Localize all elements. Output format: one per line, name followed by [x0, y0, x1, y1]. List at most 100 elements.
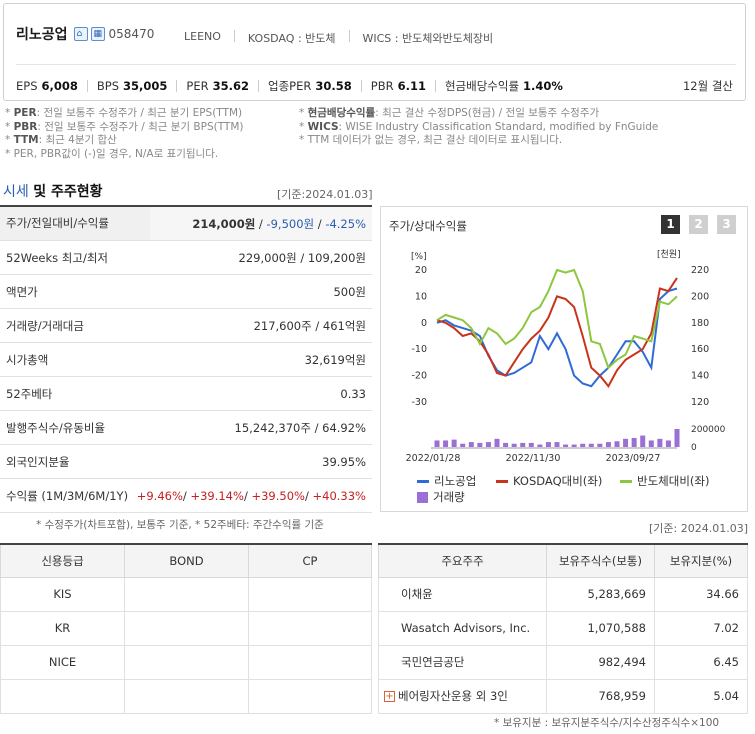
volume-bar	[443, 440, 449, 447]
stock-code: 058470	[108, 27, 155, 41]
market-sector: KOSDAQ : 반도체	[247, 32, 336, 45]
volume-bar	[477, 442, 483, 447]
table-row: NICE	[0, 644, 372, 680]
volume-bar	[623, 438, 629, 447]
price-table-footnote: * 수정주가(차트포함), 보통주 기준, * 52주베타: 주간수익률 기준	[36, 519, 324, 531]
volume-bar	[597, 443, 603, 447]
english-name: LEENO	[184, 30, 221, 43]
volume-bar	[503, 442, 509, 447]
credit-rating-table: 신용등급 BOND CP KIS KR NICE	[0, 543, 372, 714]
series-line	[436, 268, 678, 370]
table-row: 52Weeks 최고/최저 229,000원 / 109,200원	[0, 241, 372, 275]
table-row: 주가/전일대비/수익률 214,000원 / -9,500원 / -4.25%	[0, 207, 372, 241]
table-row: 수익률 (1M/3M/6M/1Y) +9.46%/ +39.14%/ +39.5…	[0, 479, 372, 513]
volume-bar	[580, 443, 586, 447]
y-left-tick: -20	[411, 371, 427, 382]
x-tick: 2022/01/28	[406, 453, 461, 464]
volume-bar	[614, 441, 620, 447]
volume-bar	[605, 442, 611, 447]
price-change: -9,500원	[266, 216, 315, 231]
holders-footnote: * 보유지분 : 보유지분주식수/지수산정주식수×100	[494, 717, 720, 729]
price-change-pct: -4.25%	[325, 216, 366, 231]
stat-pbr: PBR 6.11	[370, 79, 426, 93]
table-row: 거래량/거래대금 217,600주 / 461억원	[0, 309, 372, 343]
volume-bar	[674, 429, 680, 447]
volume-bar	[485, 442, 491, 447]
right-unit-label: [천원]	[657, 249, 681, 260]
volume-bar	[571, 444, 577, 447]
section-title: 시세 및 주주현황	[3, 184, 103, 200]
volume-bar	[554, 442, 560, 447]
y-right-tick: 180	[691, 318, 709, 329]
volume-bar	[545, 442, 551, 447]
y-right-tick: 160	[691, 344, 709, 355]
company-meta: LEENO KOSDAQ : 반도체 WICS : 반도체와반도체장비	[184, 30, 493, 46]
volume-tick: 0	[691, 443, 697, 453]
stat-per: PER 35.62	[186, 79, 250, 93]
volume-bar	[494, 438, 500, 447]
table-row: 액면가 500원	[0, 275, 372, 309]
holders-reference-date: [기준: 2024.01.03]	[649, 522, 749, 535]
table-row: 외국인지분율 39.95%	[0, 445, 372, 479]
table-row: 시가총액 32,619억원	[0, 343, 372, 377]
x-tick: 2023/09/27	[606, 453, 661, 464]
volume-bar	[511, 443, 517, 447]
volume-bar	[468, 442, 474, 447]
legend-item: 리노공업	[417, 473, 476, 489]
y-left-tick: 10	[415, 291, 427, 302]
home-icon[interactable]: ⌂	[73, 27, 88, 41]
volume-bar	[648, 440, 654, 447]
legend-item: 거래량	[417, 489, 465, 505]
stat-industry-per: 업종PER 30.58	[268, 79, 352, 93]
company-name: 리노공업	[16, 27, 68, 43]
volume-bar	[451, 439, 457, 447]
chart-panel: 주가/상대수익률 1 2 3 [%] [천원] 20 220 10 200 0 180 -1…	[380, 206, 748, 512]
left-unit-label: [%]	[411, 252, 427, 262]
legend-item: 반도체대비(좌)	[620, 473, 709, 489]
table-row: 52주베타 0.33	[0, 377, 372, 411]
major-shareholders-table: 주요주주 보유주식수(보통) 보유지분(%) 이채윤 5,283,669 34.66…	[378, 543, 748, 714]
y-left-tick: -10	[411, 344, 427, 355]
volume-bar	[537, 444, 543, 447]
building-icon[interactable]: ▦	[90, 27, 105, 41]
plus-icon[interactable]: +	[384, 691, 395, 702]
stat-bps: BPS 35,005	[96, 79, 168, 93]
x-tick: 2022/11/30	[506, 453, 561, 464]
table-row	[0, 678, 372, 714]
volume-bar	[434, 440, 440, 447]
volume-bar	[640, 435, 646, 447]
notes-left: * PER: 전일 보통주 수정주가 / 최근 분기 EPS(TTM) * PB…	[5, 107, 244, 160]
y-right-tick: 220	[691, 265, 709, 276]
volume-tick: 200000	[691, 425, 726, 435]
table-row: 발행주식수/유동비율 15,242,370주 / 64.92%	[0, 411, 372, 445]
y-left-tick: 20	[415, 265, 427, 276]
table-row: KIS	[0, 576, 372, 612]
current-price: 214,000원	[192, 216, 256, 231]
stat-eps: EPS 6,008	[16, 79, 78, 93]
relative-return-chart: [%] [천원] 20 220 10 200 0 180 -10 160 -20 140 -30 12…	[406, 249, 726, 464]
fiscal-year-end: 12월 결산	[682, 79, 733, 93]
table-row: + 베어링자산운용 외 3인 768,959 5.04	[378, 678, 748, 714]
legend-item: KOSDAQ대비(좌)	[496, 473, 602, 489]
table-row: 이채윤 5,283,669 34.66	[378, 576, 748, 612]
y-right-tick: 200	[691, 291, 709, 302]
company-header: 리노공업 ⌂ ▦ 058470 LEENO KOSDAQ : 반도체 WICS …	[3, 3, 746, 101]
table-row: KR	[0, 610, 372, 646]
company-title-row: 리노공업 ⌂ ▦ 058470	[16, 24, 154, 44]
valuation-stats: EPS 6,008 BPS 35,005 PER 35.62 업종PER 30.58 P…	[16, 78, 563, 94]
table-row: Wasatch Advisors, Inc. 1,070,588 7.02	[378, 610, 748, 646]
notes-right: * 현금배당수익률: 최근 결산 수정DPS(현금) / 전일 보통주 수정주가…	[299, 107, 659, 146]
volume-bar	[520, 442, 526, 447]
volume-bar	[631, 438, 637, 447]
y-left-tick: 0	[421, 318, 427, 329]
y-right-tick: 120	[691, 397, 709, 408]
volume-bar	[665, 440, 671, 447]
y-left-tick: -30	[411, 397, 427, 408]
y-right-tick: 140	[691, 371, 709, 382]
volume-bar	[657, 438, 663, 447]
wics-sector: WICS : 반도체와반도체장비	[362, 32, 494, 45]
volume-bar	[528, 442, 534, 447]
volume-bar	[460, 443, 466, 447]
volume-bar	[588, 443, 594, 447]
reference-date: [기준:2024.01.03]	[277, 188, 373, 201]
